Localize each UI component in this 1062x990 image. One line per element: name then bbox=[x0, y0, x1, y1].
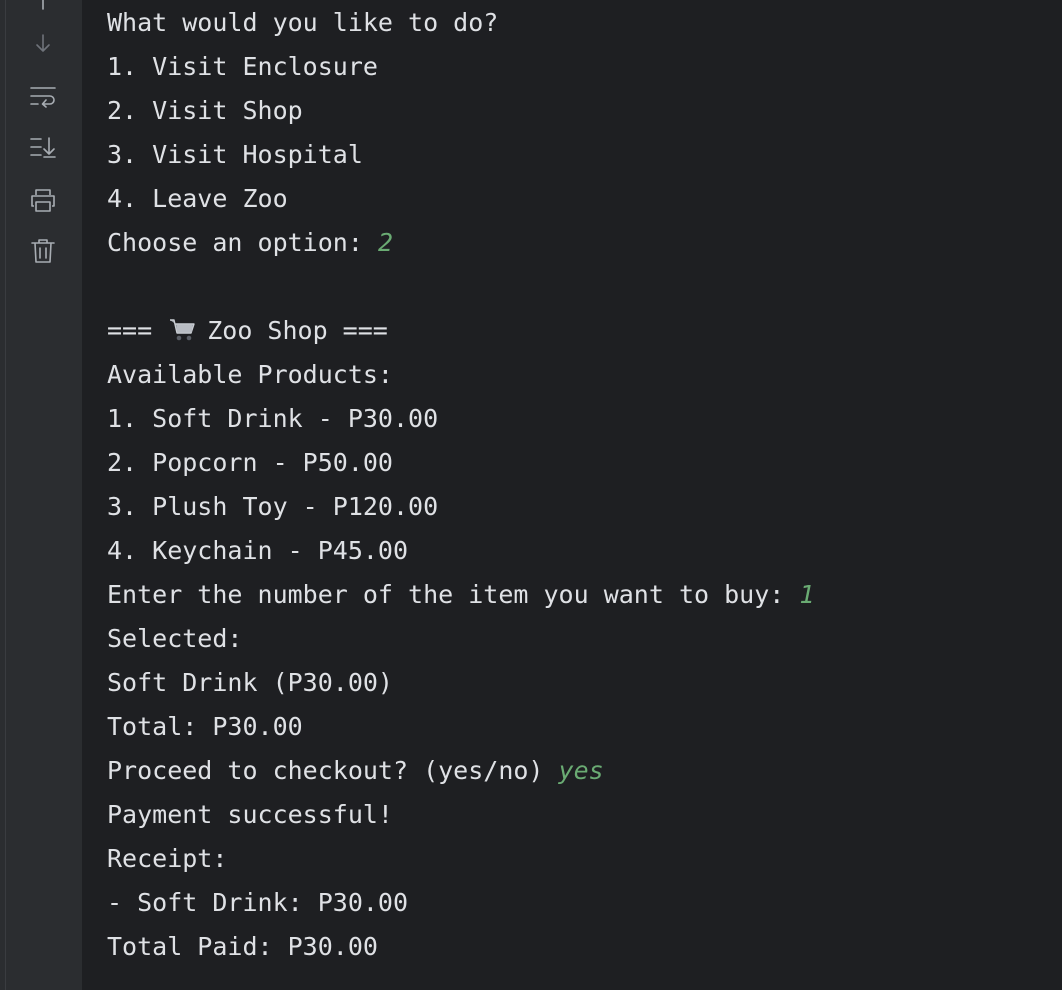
soft-wrap-icon[interactable] bbox=[27, 80, 59, 112]
product-soft-drink: 1. Soft Drink - P30.00 bbox=[107, 404, 439, 433]
menu-option-enclosure: 1. Visit Enclosure bbox=[107, 52, 378, 81]
shop-header-prefix: === bbox=[107, 316, 153, 345]
menu-option-hospital: 3. Visit Hospital bbox=[107, 140, 363, 169]
shop-header: === Zoo Shop === bbox=[107, 309, 388, 353]
selected-label: Selected: bbox=[107, 624, 243, 653]
product-keychain: 4. Keychain - P45.00 bbox=[107, 536, 409, 565]
user-input-choice: 2 bbox=[377, 228, 393, 257]
total-line: Total: P30.00 bbox=[107, 712, 303, 741]
selected-item: Soft Drink (P30.00) bbox=[107, 668, 393, 697]
console-toolbar bbox=[6, 0, 82, 990]
buy-item-prompt: Enter the number of the item you want to… bbox=[107, 580, 800, 609]
console-line-prompt: What would you like to do? bbox=[107, 8, 499, 37]
buy-item-line: Enter the number of the item you want to… bbox=[107, 573, 814, 617]
shopping-cart-icon bbox=[169, 313, 197, 341]
available-products-label: Available Products: bbox=[107, 360, 393, 389]
shop-header-title: Zoo Shop === bbox=[207, 316, 388, 345]
receipt-item: - Soft Drink: P30.00 bbox=[107, 888, 409, 917]
user-input-checkout: yes bbox=[558, 756, 604, 785]
receipt-label: Receipt: bbox=[107, 844, 228, 873]
payment-status: Payment successful! bbox=[107, 800, 393, 829]
print-icon[interactable] bbox=[27, 184, 59, 216]
choose-option-line: Choose an option: 2 bbox=[107, 221, 393, 265]
scroll-to-end-icon[interactable] bbox=[27, 131, 59, 163]
user-input-item: 1 bbox=[799, 580, 815, 609]
total-paid: Total Paid: P30.00 bbox=[107, 932, 378, 961]
product-plush-toy: 3. Plush Toy - P120.00 bbox=[107, 492, 439, 521]
checkout-prompt: Proceed to checkout? (yes/no) bbox=[107, 756, 559, 785]
clear-all-icon[interactable] bbox=[27, 235, 59, 267]
run-console-window: What would you like to do? 1. Visit Encl… bbox=[0, 0, 1062, 990]
menu-option-shop: 2. Visit Shop bbox=[107, 96, 303, 125]
product-popcorn: 2. Popcorn - P50.00 bbox=[107, 448, 393, 477]
menu-option-leave: 4. Leave Zoo bbox=[107, 184, 288, 213]
scroll-down-icon[interactable] bbox=[27, 28, 59, 60]
choose-option-prompt: Choose an option: bbox=[107, 228, 378, 257]
checkout-line: Proceed to checkout? (yes/no) yes bbox=[107, 749, 604, 793]
scroll-up-icon[interactable] bbox=[27, 0, 59, 16]
